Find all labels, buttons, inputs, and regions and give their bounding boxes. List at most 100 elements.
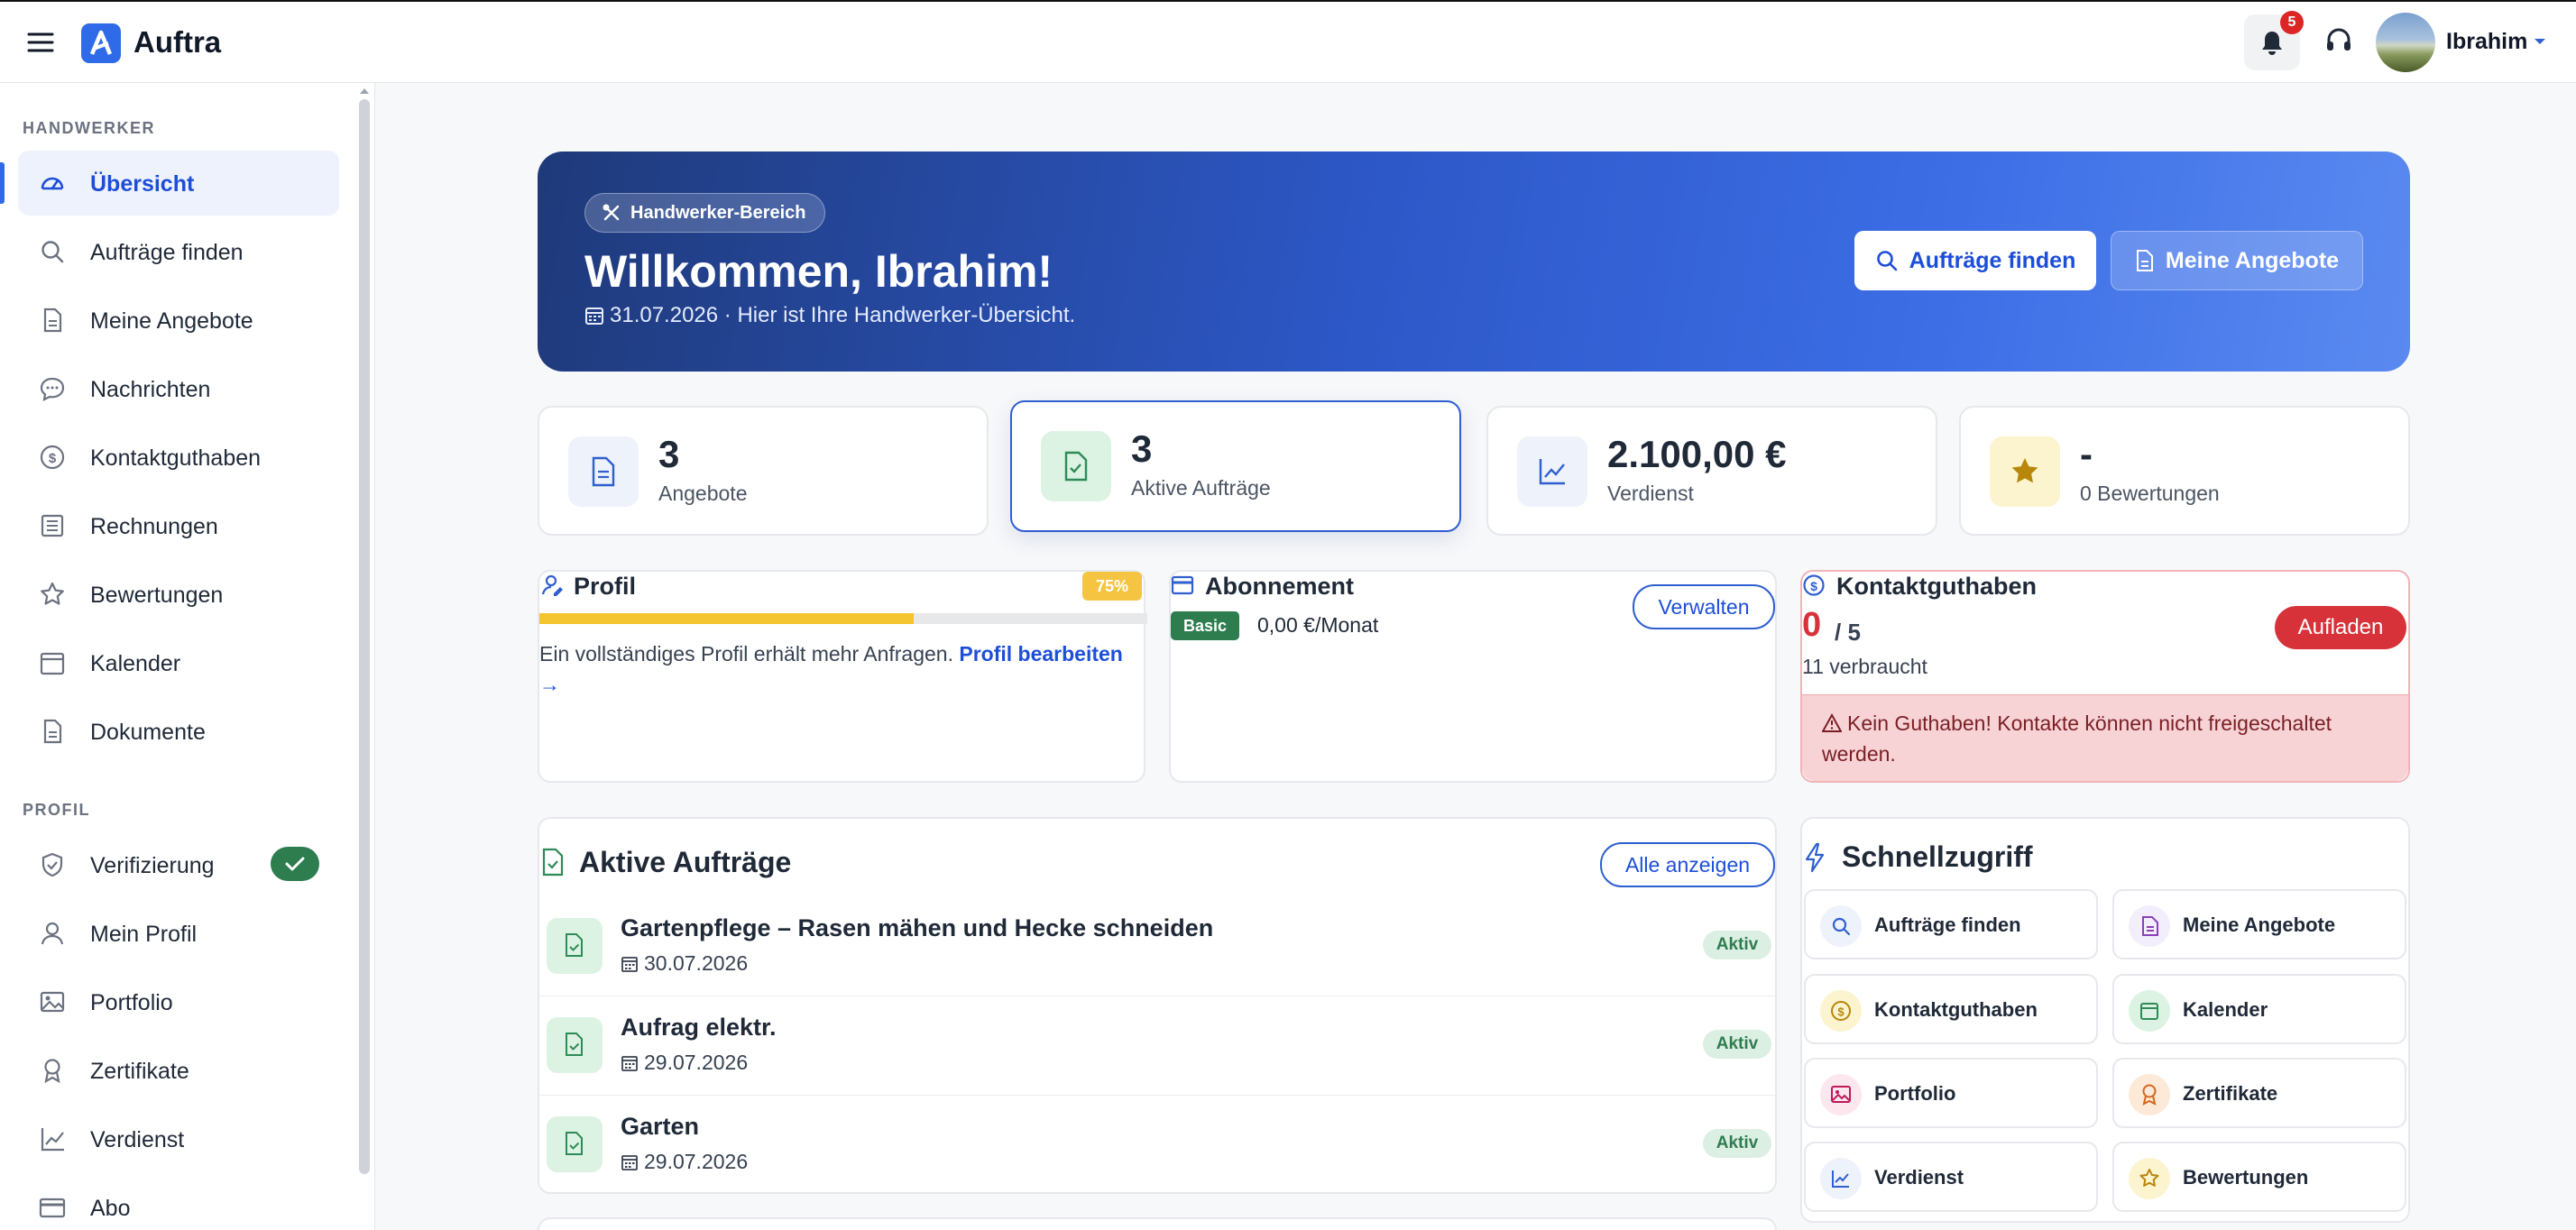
sidebar-item-mein-profil[interactable]: Mein Profil — [18, 901, 339, 966]
edit-profile-arrow[interactable]: → — [539, 673, 560, 696]
stat-label: Verdienst — [1607, 482, 1694, 505]
role-chip-label: Handwerker-Bereich — [630, 202, 806, 223]
plan-badge: Basic — [1171, 611, 1239, 640]
svg-text:$: $ — [1837, 1005, 1845, 1019]
sidebar-item-abo[interactable]: Abo — [18, 1175, 339, 1230]
chevron-down-icon[interactable] — [2533, 36, 2547, 47]
calendar-icon — [621, 1055, 638, 1071]
stat-card-angebote[interactable]: 3 Angebote — [538, 406, 989, 536]
headset-icon[interactable] — [2323, 25, 2354, 56]
stat-card-verdienst[interactable]: 2.100,00 € Verdienst — [1486, 406, 1937, 536]
sidebar-item-label: Verdienst — [90, 1127, 185, 1152]
order-title: Garten — [621, 1113, 700, 1140]
star-icon — [38, 580, 67, 609]
image-icon — [38, 987, 67, 1016]
sidebar-item-label: Meine Angebote — [90, 308, 253, 334]
stat-card-bewertungen[interactable]: - 0 Bewertungen — [1959, 406, 2410, 536]
my-offers-button[interactable]: Meine Angebote — [2111, 231, 2363, 290]
sidebar-item-zertifikate[interactable]: Zertifikate — [18, 1038, 339, 1103]
find-orders-button[interactable]: Aufträge finden — [1854, 231, 2096, 290]
stat-label: Aktive Aufträge — [1131, 476, 1271, 500]
quick-access-title: Schnellzugriff — [1842, 840, 2033, 873]
document-icon — [38, 306, 67, 335]
profile-card-title: Profil — [574, 573, 637, 600]
sidebar-item-label: Aufträge finden — [90, 240, 244, 265]
logo-icon[interactable] — [81, 23, 121, 63]
active-indicator — [0, 162, 5, 204]
manage-subscription-button[interactable]: Verwalten — [1633, 584, 1775, 629]
sidebar-item-label: Bewertungen — [90, 583, 224, 608]
credit-used: 11 verbraucht — [1802, 655, 1927, 678]
sidebar-item-nachrichten[interactable]: Nachrichten — [18, 356, 339, 421]
quick-item-kontaktguthaben[interactable]: $ Kontaktguthaben — [1804, 974, 2098, 1044]
show-all-button[interactable]: Alle anzeigen — [1600, 842, 1775, 887]
edit-profile-link[interactable]: Profil bearbeiten — [959, 642, 1122, 665]
sidebar-item-auftraege-finden[interactable]: Aufträge finden — [18, 219, 339, 284]
image-icon — [1820, 1074, 1862, 1115]
quick-item-kalender[interactable]: Kalender — [2112, 974, 2406, 1044]
top-bar: Auftra 5 Ibrahim — [0, 0, 2576, 83]
sidebar-item-verdienst[interactable]: Verdienst — [18, 1106, 339, 1171]
award-icon — [2129, 1074, 2170, 1115]
active-orders-title: Aktive Aufträge — [579, 846, 792, 878]
sidebar-item-bewertungen[interactable]: Bewertungen — [18, 562, 339, 627]
sidebar-item-dokumente[interactable]: Dokumente — [18, 699, 339, 764]
quick-item-label: Kontaktguthaben — [1874, 998, 2038, 1021]
sidebar-item-rechnungen[interactable]: Rechnungen — [18, 493, 339, 558]
sidebar-item-kontaktguthaben[interactable]: $ Kontaktguthaben — [18, 425, 339, 490]
search-icon — [1876, 251, 1897, 271]
sidebar-item-verifizierung[interactable]: Verifizierung — [18, 832, 339, 897]
notification-count-badge: 5 — [2280, 11, 2304, 34]
sidebar-item-kalender[interactable]: Kalender — [18, 630, 339, 695]
sidebar-section-label: HANDWERKER — [23, 119, 155, 137]
quick-item-label: Bewertungen — [2183, 1166, 2309, 1189]
check-icon — [285, 857, 305, 871]
quick-item-label: Aufträge finden — [1874, 913, 2021, 936]
quick-item-label: Zertifikate — [2183, 1082, 2278, 1105]
role-chip: Handwerker-Bereich — [584, 193, 825, 233]
sidebar-item-label: Nachrichten — [90, 377, 211, 402]
sidebar-item-label: Verifizierung — [90, 853, 215, 878]
sidebar-item-label: Kalender — [90, 651, 181, 676]
calendar-icon — [2129, 990, 2170, 1032]
credit-card-icon — [1171, 575, 1194, 595]
scroll-up-icon[interactable] — [358, 87, 371, 96]
topup-button[interactable]: Aufladen — [2275, 606, 2406, 649]
profile-hint: Ein vollständiges Profil erhält mehr Anf… — [539, 638, 1144, 700]
quick-item-meine-angebote[interactable]: Meine Angebote — [2112, 889, 2406, 959]
quick-item-verdienst[interactable]: Verdienst — [1804, 1142, 2098, 1212]
sidebar-item-label: Kontaktguthaben — [90, 445, 262, 471]
menu-icon[interactable] — [25, 27, 56, 58]
document-icon — [2136, 250, 2153, 271]
app-name[interactable]: Auftra — [133, 25, 221, 60]
calendar-icon — [621, 1154, 638, 1170]
quick-item-auftraege-finden[interactable]: Aufträge finden — [1804, 889, 2098, 959]
coin-icon: $ — [1803, 574, 1825, 596]
order-title: Gartenpflege – Rasen mähen und Hecke sch… — [621, 914, 1214, 941]
row-divider — [539, 1095, 1775, 1096]
quick-item-portfolio[interactable]: Portfolio — [1804, 1058, 2098, 1128]
sidebar-item-meine-angebote[interactable]: Meine Angebote — [18, 288, 339, 353]
credit-current: 0 — [1802, 606, 1822, 644]
user-name[interactable]: Ibrahim — [2446, 29, 2527, 55]
quick-item-bewertungen[interactable]: Bewertungen — [2112, 1142, 2406, 1212]
quick-item-label: Verdienst — [1874, 1166, 1964, 1189]
quick-item-zertifikate[interactable]: Zertifikate — [2112, 1058, 2406, 1128]
sidebar-item-portfolio[interactable]: Portfolio — [18, 969, 339, 1034]
warning-icon — [1822, 713, 1842, 732]
no-credit-alert: Kein Guthaben! Kontakte können nicht fre… — [1802, 694, 2408, 781]
sidebar-scrollbar[interactable] — [359, 99, 370, 1174]
chart-line-icon — [1517, 436, 1587, 507]
award-icon — [38, 1056, 67, 1085]
file-check-icon — [542, 848, 564, 877]
welcome-banner: Handwerker-Bereich Willkommen, Ibrahim! … — [538, 151, 2410, 372]
file-check-icon — [547, 1017, 603, 1073]
next-card — [538, 1217, 1777, 1230]
svg-text:$: $ — [1810, 579, 1817, 593]
stat-card-aktive-auftraege[interactable]: 3 Aktive Aufträge — [1010, 400, 1461, 532]
status-badge: Aktiv — [1703, 1129, 1771, 1158]
sidebar-item-uebersicht[interactable]: Übersicht — [18, 151, 339, 216]
sidebar-section-label: PROFIL — [23, 801, 90, 819]
avatar[interactable] — [2376, 13, 2435, 72]
order-date: 29.07.2026 — [621, 1150, 748, 1174]
